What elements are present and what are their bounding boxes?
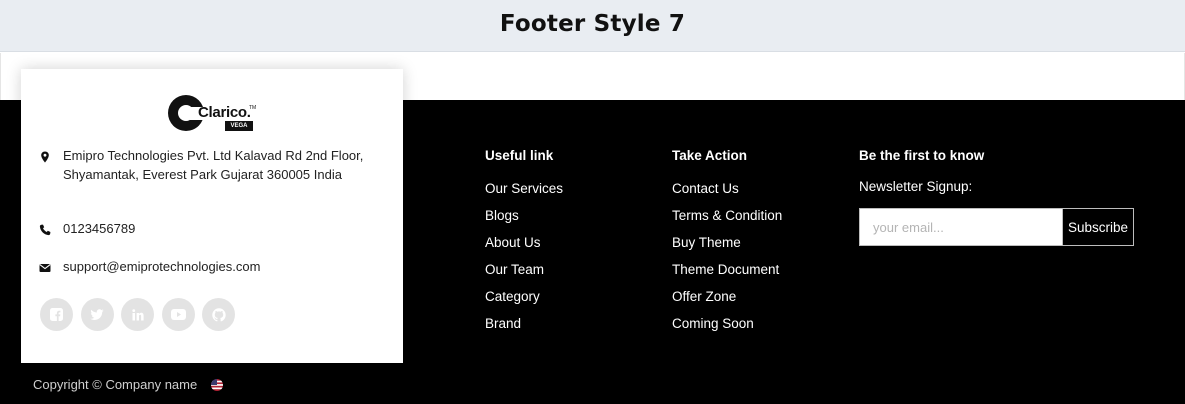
link-about-us[interactable]: About Us xyxy=(485,234,563,261)
page-header: Footer Style 7 xyxy=(0,0,1185,52)
address-text: Emipro Technologies Pvt. Ltd Kalavad Rd … xyxy=(63,148,364,182)
logo-trademark: TM xyxy=(249,105,257,111)
newsletter-heading: Be the first to know xyxy=(859,148,985,163)
newsletter-form: Subscribe xyxy=(859,208,1134,246)
github-icon xyxy=(211,307,226,321)
footer-brand-card: Clarico. TM VEGA Emipro Technologies Pvt… xyxy=(21,69,403,363)
useful-links-heading: Useful link xyxy=(485,148,554,163)
logo-text: Clarico. xyxy=(198,104,251,121)
youtube-icon xyxy=(170,309,186,320)
link-our-services[interactable]: Our Services xyxy=(485,180,563,207)
address-row: Emipro Technologies Pvt. Ltd Kalavad Rd … xyxy=(39,147,373,184)
link-terms-condition[interactable]: Terms & Condition xyxy=(672,207,782,234)
take-action-heading: Take Action xyxy=(672,148,748,163)
copyright-text: Copyright © Company name xyxy=(33,377,198,392)
link-contact-us[interactable]: Contact Us xyxy=(672,180,782,207)
link-coming-soon[interactable]: Coming Soon xyxy=(672,315,782,342)
twitter-icon xyxy=(90,308,104,320)
phone-row: 0123456789 xyxy=(39,220,373,239)
copyright-bar: Copyright © Company name xyxy=(33,377,224,392)
newsletter-email-input[interactable] xyxy=(860,209,1062,245)
email-row: support@emiprotechnologies.com xyxy=(39,258,373,277)
github-button[interactable] xyxy=(202,298,235,331)
useful-links-column: Useful link Our Services Blogs About Us … xyxy=(485,148,563,342)
facebook-button[interactable] xyxy=(40,298,73,331)
phone-icon xyxy=(39,224,51,236)
us-flag-icon[interactable] xyxy=(211,378,224,391)
twitter-button[interactable] xyxy=(80,298,114,331)
link-buy-theme[interactable]: Buy Theme xyxy=(672,234,782,261)
take-action-list: Contact Us Terms & Condition Buy Theme T… xyxy=(672,180,782,342)
phone-text[interactable]: 0123456789 xyxy=(63,220,373,239)
email-link[interactable]: support@emiprotechnologies.com xyxy=(63,258,373,277)
map-pin-icon xyxy=(41,151,49,163)
subscribe-button[interactable]: Subscribe xyxy=(1062,209,1133,245)
linkedin-icon xyxy=(131,308,144,320)
page-title: Footer Style 7 xyxy=(499,11,686,37)
brand-logo[interactable]: Clarico. TM VEGA xyxy=(168,95,258,135)
facebook-icon xyxy=(50,308,63,321)
newsletter-label: Newsletter Signup: xyxy=(859,179,973,194)
link-blogs[interactable]: Blogs xyxy=(485,207,563,234)
social-links xyxy=(40,298,243,331)
envelope-icon xyxy=(39,264,51,272)
logo-badge: VEGA xyxy=(225,121,253,131)
newsletter-column: Be the first to know xyxy=(859,148,984,180)
linkedin-button[interactable] xyxy=(121,298,154,331)
link-offer-zone[interactable]: Offer Zone xyxy=(672,288,782,315)
link-theme-document[interactable]: Theme Document xyxy=(672,261,782,288)
take-action-column: Take Action Contact Us Terms & Condition… xyxy=(672,148,782,342)
link-our-team[interactable]: Our Team xyxy=(485,261,563,288)
youtube-button[interactable] xyxy=(161,298,195,331)
useful-links-list: Our Services Blogs About Us Our Team Cat… xyxy=(485,180,563,342)
link-category[interactable]: Category xyxy=(485,288,563,315)
link-brand[interactable]: Brand xyxy=(485,315,563,342)
